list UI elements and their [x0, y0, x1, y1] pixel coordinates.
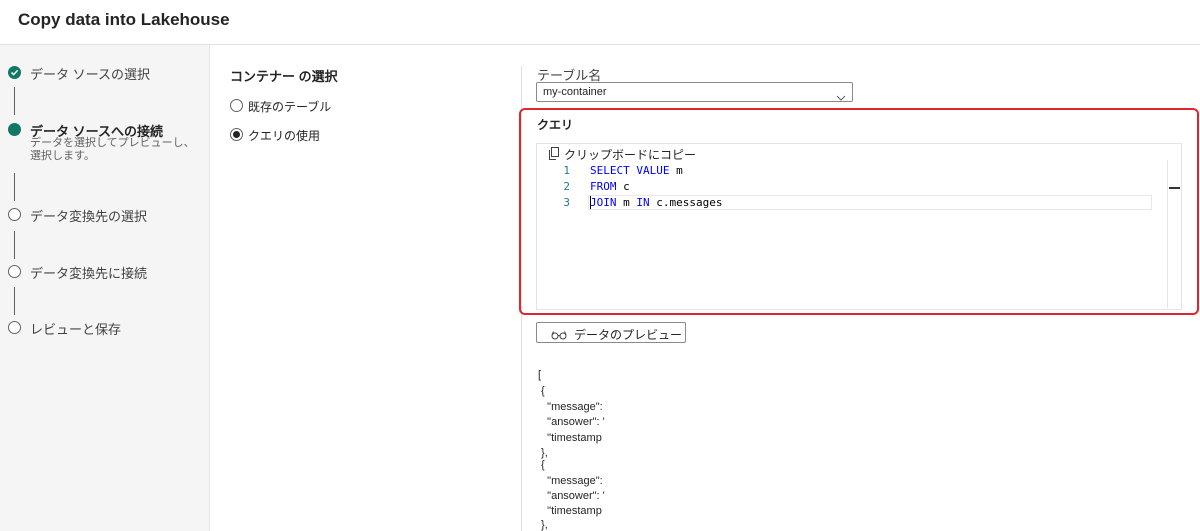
- step-connector: [14, 87, 15, 115]
- step-connector: [14, 287, 15, 315]
- radio-selected-icon[interactable]: [230, 128, 243, 141]
- step-label: データ変換先の選択: [30, 209, 148, 224]
- sql-identifier: m: [616, 196, 637, 209]
- wizard-sidebar: データ ソースの選択 データ ソースへの接続 データを選択してプレビューし、選択…: [0, 45, 210, 531]
- json-line: "message":: [538, 401, 603, 413]
- sql-identifier: c.messages: [649, 196, 723, 209]
- json-line: },: [538, 447, 548, 459]
- check-icon: [8, 66, 21, 79]
- glasses-icon: [551, 327, 567, 345]
- page-title: Copy data into Lakehouse: [18, 10, 230, 29]
- step-label: データ変換先に接続: [30, 266, 148, 281]
- pending-step-icon: [8, 265, 21, 278]
- step-label: データ ソースの選択: [30, 67, 150, 82]
- code-line[interactable]: 1 SELECT VALUE m: [540, 164, 1180, 180]
- radio-label: 既存のテーブル: [248, 100, 332, 114]
- data-preview-label: データのプレビュー: [574, 328, 683, 342]
- copy-label: クリップボードにコピー: [564, 148, 697, 162]
- json-line: {: [538, 385, 545, 397]
- radio-icon[interactable]: [230, 99, 243, 112]
- step-label: レビューと保存: [30, 322, 122, 337]
- line-number: 2: [563, 180, 570, 193]
- sql-keyword: JOIN: [590, 196, 617, 209]
- editor-scrollbar[interactable]: [1167, 160, 1168, 308]
- json-line: "ansower": ': [538, 490, 605, 502]
- sql-keyword: SELECT VALUE: [590, 164, 670, 177]
- radio-label: クエリの使用: [248, 129, 321, 143]
- pending-step-icon: [8, 321, 21, 334]
- json-line: "ansower": ': [538, 416, 605, 428]
- copy-icon: [548, 147, 560, 165]
- table-name-select[interactable]: my-container: [536, 82, 853, 102]
- code-line[interactable]: 2 FROM c: [540, 180, 1180, 196]
- table-name-value: my-container: [543, 86, 607, 98]
- json-line: {: [538, 459, 545, 471]
- json-line: },: [538, 519, 548, 531]
- query-title: クエリ: [537, 118, 574, 132]
- chevron-down-icon: [836, 88, 846, 106]
- header: Copy data into Lakehouse: [0, 0, 1200, 45]
- current-step-icon: [8, 123, 21, 136]
- step-connector: [14, 173, 15, 201]
- sql-identifier: c: [616, 180, 630, 193]
- scrollbar-marker: [1169, 187, 1180, 189]
- json-line: "timestamp: [538, 432, 602, 444]
- pending-step-icon: [8, 208, 21, 221]
- copy-data-dialog: Copy data into Lakehouse データ ソースの選択 データ …: [0, 0, 1200, 531]
- code-line[interactable]: 3 JOIN m IN c.messages: [540, 196, 1180, 212]
- json-line: "timestamp: [538, 505, 602, 517]
- json-line: "message":: [538, 475, 603, 487]
- data-preview-button[interactable]: データのプレビュー: [536, 322, 686, 343]
- sql-identifier: m: [669, 164, 683, 177]
- line-number: 1: [563, 164, 570, 177]
- step-connector: [14, 231, 15, 259]
- json-line: [: [538, 369, 542, 381]
- container-section-title: コンテナー の選択: [230, 69, 338, 84]
- step-description: データを選択してプレビューし、選択します。: [30, 137, 195, 162]
- sql-keyword: FROM: [590, 180, 617, 193]
- sql-keyword: IN: [636, 196, 650, 209]
- line-number: 3: [563, 196, 570, 209]
